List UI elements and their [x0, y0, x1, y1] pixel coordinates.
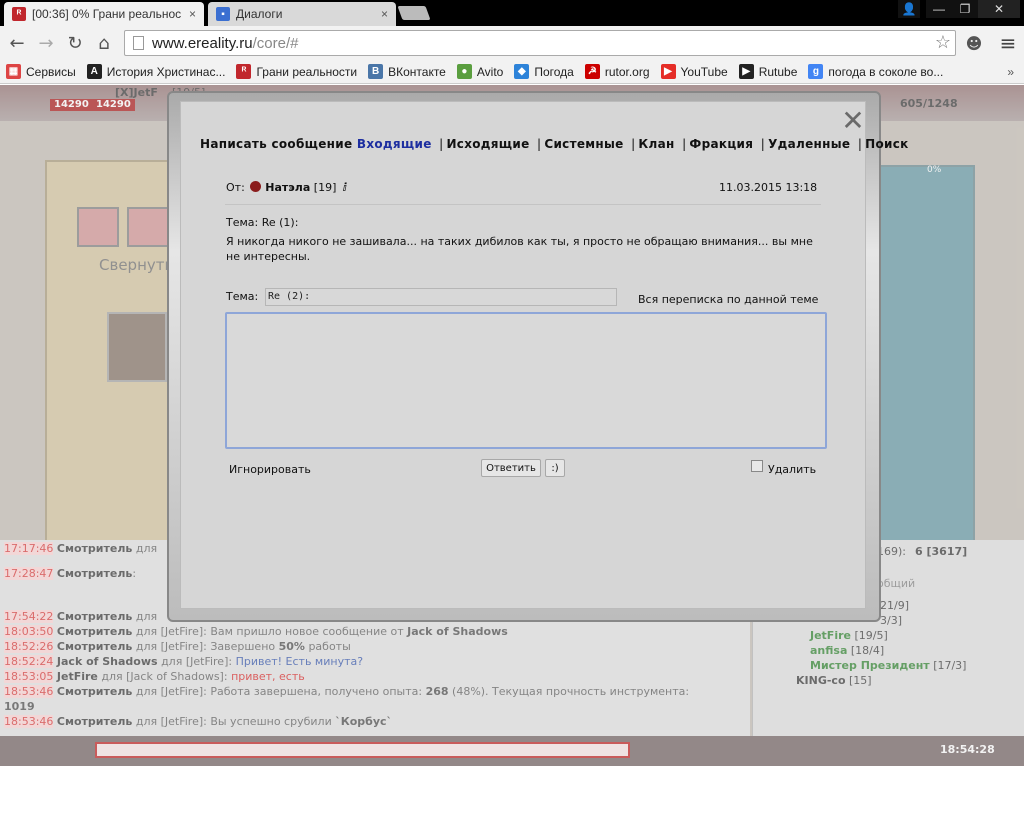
nav-separator: |: [682, 137, 687, 151]
nav-search[interactable]: Поиск: [865, 137, 908, 151]
ereality-favicon-icon: ᴿ: [12, 7, 26, 21]
back-icon[interactable]: ←: [7, 33, 27, 54]
nav-system[interactable]: Системные: [544, 137, 623, 151]
nav-separator: |: [857, 137, 863, 151]
rutor-icon: ☭: [584, 64, 600, 79]
bookmark-history[interactable]: A История Христинас...: [86, 64, 226, 79]
nav-inbox[interactable]: Входящие: [357, 137, 432, 151]
url-path: /core/#: [252, 34, 299, 52]
from-level: [19]: [313, 181, 337, 194]
bookmark-rutor[interactable]: ☭ rutor.org: [584, 64, 650, 79]
new-tab-button[interactable]: [397, 6, 431, 20]
history-site-icon: A: [86, 64, 102, 79]
reply-subject-label: Тема:: [226, 290, 259, 303]
bookmark-ereality[interactable]: ᴿ Грани реальности: [236, 64, 357, 79]
bookmark-star-icon[interactable]: ☆: [935, 32, 951, 53]
bookmark-label: Погода: [534, 64, 574, 79]
bookmarks-bar: ▦ Сервисы A История Христинас... ᴿ Грани ре…: [0, 60, 1024, 84]
tab-dialogs[interactable]: ▪ Диалоги ×: [208, 2, 396, 26]
reply-textarea[interactable]: [225, 312, 827, 449]
bookmark-label: Avito: [476, 64, 504, 79]
reply-subject-input[interactable]: Re (2):: [265, 288, 617, 306]
reply-button[interactable]: Ответить: [481, 459, 541, 477]
from-name[interactable]: Натэла: [265, 181, 310, 194]
nav-separator: |: [760, 137, 766, 151]
message-subject: Тема: Re (1):: [226, 216, 299, 229]
faction-icon: [250, 181, 262, 192]
nav-deleted[interactable]: Удаленные: [768, 137, 850, 151]
tab-close-icon[interactable]: ×: [381, 7, 388, 21]
menu-icon[interactable]: ≡: [998, 31, 1018, 55]
smile-button[interactable]: :): [545, 459, 565, 477]
url-domain: www.ereality.ru: [152, 34, 253, 52]
bookmark-label: Rutube: [758, 64, 798, 79]
tab-title: Диалоги: [236, 7, 283, 21]
info-icon[interactable]: ⅈ: [343, 181, 347, 194]
tab-close-icon[interactable]: ×: [189, 7, 196, 21]
bookmark-label: погода в соколе во...: [828, 64, 944, 79]
bookmark-google-weather[interactable]: g погода в соколе во...: [808, 64, 943, 79]
nav-separator: |: [631, 137, 636, 151]
message-body: Я никогда никого не зашивала... на таких…: [226, 235, 813, 263]
browser-toolbar: ← → ↻ ⌂ www.ereality.ru/core/# ☆ ☻ ≡: [0, 26, 1024, 60]
tab-strip: ᴿ [00:36] 0% Грани реальнос × ▪ Диалоги …: [0, 0, 1024, 26]
bookmark-youtube[interactable]: ▶ YouTube: [660, 64, 728, 79]
youtube-icon: ▶: [660, 64, 676, 79]
dialog-favicon-icon: ▪: [216, 7, 230, 21]
nav-clan[interactable]: Клан: [638, 137, 674, 151]
close-icon[interactable]: ✕: [838, 107, 868, 137]
bookmark-weather[interactable]: ◆ Погода: [514, 64, 574, 79]
bookmarks-more-icon[interactable]: »: [1007, 65, 1014, 79]
tab-title: [00:36] 0% Грани реальнос: [32, 7, 182, 21]
message-date: 11.03.2015 13:18: [719, 181, 818, 194]
extension-icon[interactable]: ☻: [964, 33, 984, 53]
bookmark-label: rutor.org: [604, 64, 650, 79]
weather-drop-icon: ◆: [514, 64, 530, 79]
close-window-button[interactable]: ✕: [978, 0, 1020, 18]
nav-separator: |: [537, 137, 542, 151]
profile-icon[interactable]: 👤: [898, 0, 920, 18]
delete-checkbox[interactable]: [751, 460, 763, 472]
bookmark-label: Сервисы: [26, 64, 76, 79]
thread-link[interactable]: Вся переписка по данной теме: [638, 293, 818, 306]
apps-icon: ▦: [6, 64, 21, 79]
vk-icon: B: [368, 64, 384, 79]
restore-button[interactable]: ❐: [952, 0, 978, 18]
page-icon: [133, 36, 144, 50]
dialog-nav: Написать сообщение Входящие | Исходящие |…: [200, 137, 909, 151]
message-from: От: Натэла [19] ⅈ: [226, 181, 347, 194]
nav-separator: |: [439, 137, 444, 151]
nav-faction[interactable]: Фракция: [689, 137, 753, 151]
browser-window: ᴿ [00:36] 0% Грани реальнос × ▪ Диалоги …: [0, 0, 1024, 816]
divider: [225, 204, 821, 205]
tab-ereality[interactable]: ᴿ [00:36] 0% Грани реальнос ×: [4, 2, 204, 26]
bookmark-services[interactable]: ▦ Сервисы: [6, 64, 76, 79]
forward-icon[interactable]: →: [36, 33, 56, 54]
home-icon[interactable]: ⌂: [94, 33, 114, 54]
address-bar[interactable]: www.ereality.ru/core/# ☆: [124, 30, 956, 56]
bookmark-label: YouTube: [680, 64, 728, 79]
bookmark-vk[interactable]: B ВКонтакте: [368, 64, 446, 79]
bookmark-rutube[interactable]: ▶ Rutube: [738, 64, 798, 79]
google-icon: g: [808, 64, 824, 79]
from-label: От:: [226, 181, 245, 194]
reload-icon[interactable]: ↻: [65, 33, 85, 54]
bookmark-label: Грани реальности: [256, 64, 358, 79]
rutube-icon: ▶: [738, 64, 754, 79]
ereality-icon: ᴿ: [236, 64, 252, 79]
bookmark-label: История Христинас...: [106, 64, 226, 79]
nav-compose[interactable]: Написать сообщение: [200, 137, 352, 151]
ignore-link[interactable]: Игнорировать: [229, 463, 311, 476]
avito-icon: ●: [456, 64, 472, 79]
minimize-button[interactable]: —: [926, 0, 952, 18]
nav-outbox[interactable]: Исходящие: [446, 137, 529, 151]
bookmark-label: ВКонтакте: [388, 64, 446, 79]
delete-label: Удалить: [768, 463, 817, 476]
bookmark-avito[interactable]: ● Avito: [456, 64, 504, 79]
